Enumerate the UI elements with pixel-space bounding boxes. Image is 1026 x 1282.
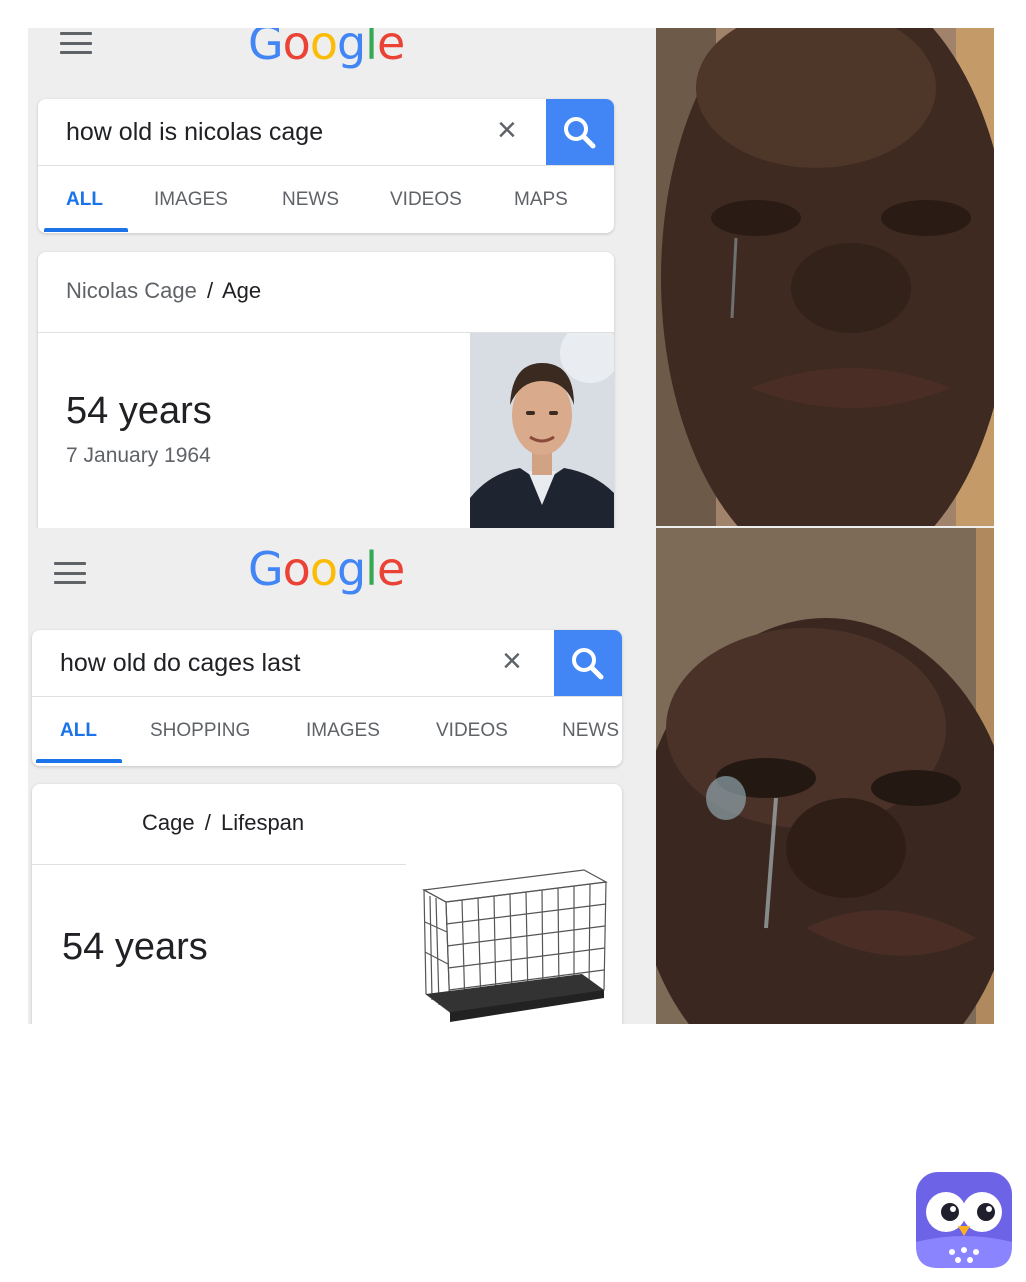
logo-letter: o — [282, 28, 311, 70]
search-button[interactable] — [554, 630, 622, 696]
google-logo: Google — [248, 542, 405, 596]
answer-header: Cage / Lifespan — [32, 784, 406, 865]
owl-app-icon — [916, 1172, 1012, 1268]
logo-letter: e — [376, 28, 405, 70]
search-card: how old is nicolas cage × ALL IMAGES NEW… — [38, 99, 614, 233]
breadcrumb-attribute: Age — [222, 278, 262, 303]
search-tabs: ALL SHOPPING IMAGES VIDEOS NEWS — [32, 697, 622, 763]
search-input[interactable]: how old is nicolas cage — [66, 118, 323, 147]
logo-letter: g — [336, 542, 366, 596]
search-icon — [564, 117, 596, 149]
tab-videos[interactable]: VIDEOS — [436, 720, 508, 742]
answer-detail: 7 January 1964 — [66, 444, 211, 467]
answer-card: Cage / Lifespan 54 years — [32, 784, 622, 1024]
search-button[interactable] — [546, 99, 614, 165]
tab-images[interactable]: IMAGES — [154, 189, 228, 211]
search-tabs: ALL IMAGES NEWS VIDEOS MAPS — [38, 166, 614, 232]
search-input[interactable]: how old do cages last — [60, 649, 300, 678]
search-icon — [572, 648, 604, 680]
tab-all[interactable]: ALL — [60, 720, 97, 742]
answer-header: Nicolas Cage / Age — [38, 252, 614, 333]
tab-videos[interactable]: VIDEOS — [390, 189, 462, 211]
answer-value: 54 years — [66, 390, 212, 432]
breadcrumb-separator: / — [204, 810, 211, 835]
tab-images[interactable]: IMAGES — [306, 720, 380, 742]
logo-letter: o — [282, 542, 311, 596]
breadcrumb-subject[interactable]: Nicolas Cage — [66, 278, 197, 303]
tab-all[interactable]: ALL — [66, 189, 103, 211]
logo-letter: G — [248, 28, 284, 70]
cage-photo[interactable] — [416, 862, 612, 1024]
tab-news[interactable]: NEWS — [282, 189, 339, 211]
logo-letter: o — [309, 542, 338, 596]
google-panel-bottom: Google how old do cages last × ALL SHOPP… — [28, 528, 626, 1024]
search-row: how old is nicolas cage × — [38, 99, 614, 166]
logo-letter: g — [336, 28, 366, 70]
close-icon[interactable]: × — [497, 113, 517, 147]
logo-letter: e — [376, 542, 405, 596]
answer-card: Nicolas Cage / Age 54 years 7 January 19… — [38, 252, 614, 528]
meme-image: Google how old is nicolas cage × ALL IMA… — [28, 28, 994, 1024]
crying-man-photo — [656, 28, 994, 526]
tab-shopping[interactable]: SHOPPING — [150, 720, 250, 742]
tab-news[interactable]: NEWS — [562, 720, 619, 742]
logo-letter: G — [248, 542, 284, 596]
search-card: how old do cages last × ALL SHOPPING IMA… — [32, 630, 622, 766]
menu-icon[interactable] — [54, 562, 86, 584]
active-tab-indicator — [44, 228, 128, 232]
breadcrumb: Cage / Lifespan — [142, 810, 304, 836]
google-panel-top: Google how old is nicolas cage × ALL IMA… — [28, 28, 626, 528]
menu-icon[interactable] — [60, 32, 92, 54]
active-tab-indicator — [36, 759, 122, 763]
search-row: how old do cages last × — [32, 630, 622, 697]
answer-value: 54 years — [62, 926, 208, 968]
logo-letter: l — [365, 542, 378, 596]
logo-letter: l — [365, 28, 378, 70]
tab-maps[interactable]: MAPS — [514, 189, 568, 211]
breadcrumb: Nicolas Cage / Age — [66, 278, 261, 304]
crying-man-photo — [656, 528, 994, 1024]
google-logo: Google — [248, 28, 405, 70]
breadcrumb-subject[interactable]: Cage — [142, 810, 195, 835]
person-photo[interactable] — [470, 333, 614, 528]
breadcrumb-attribute: Lifespan — [220, 810, 305, 835]
close-icon[interactable]: × — [502, 644, 522, 678]
breadcrumb-separator: / — [206, 278, 214, 303]
logo-letter: o — [309, 28, 338, 70]
